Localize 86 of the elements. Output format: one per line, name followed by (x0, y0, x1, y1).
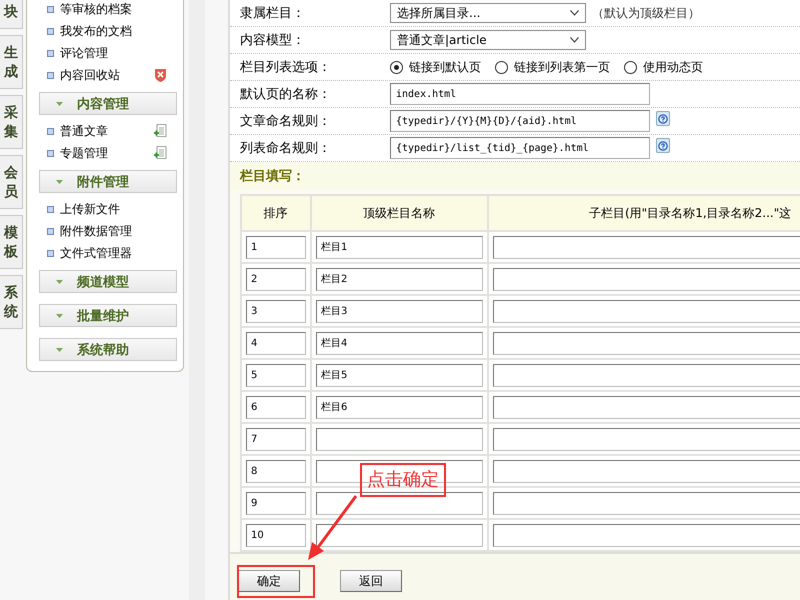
column-header: 子栏目(用"目录名称1,目录名称2..."这 (488, 195, 800, 231)
order-field[interactable]: 10 (246, 524, 306, 546)
order-field[interactable]: 1 (246, 236, 306, 258)
text-field[interactable]: index.html (390, 83, 650, 105)
name-field[interactable] (316, 428, 483, 450)
menu-item[interactable]: 上传新文件 (60, 200, 167, 218)
name-field[interactable]: 栏目4 (316, 332, 483, 354)
text-field[interactable]: {typedir}/list_{tid}_{page}.html (390, 137, 650, 159)
bullet-icon (47, 150, 54, 156)
confirm-button[interactable]: 确定 (238, 570, 300, 592)
side-tab[interactable]: 会员 (0, 155, 23, 209)
text-field[interactable]: {typedir}/{Y}{M}{D}/{aid}.html (390, 110, 650, 132)
add-document-icon[interactable] (154, 146, 167, 160)
bullet-icon (47, 28, 54, 34)
menu-item[interactable]: 我发布的文档 (60, 22, 167, 40)
radio-option[interactable]: 链接到默认页 (390, 58, 481, 76)
caret-icon (56, 102, 63, 106)
name-field[interactable]: 栏目5 (316, 364, 483, 386)
bullet-icon (47, 128, 54, 134)
menu-item[interactable]: 专题管理 (60, 144, 148, 162)
column-header: 顶级栏目名称 (311, 195, 488, 231)
bullet-icon (47, 6, 54, 12)
order-field[interactable]: 8 (246, 460, 306, 482)
name-field[interactable] (316, 524, 483, 546)
side-tab[interactable]: 块 (0, 0, 23, 29)
chevron-icon (570, 37, 579, 43)
order-field[interactable]: 7 (246, 428, 306, 450)
menu-item[interactable]: 内容回收站 (60, 66, 148, 84)
field-label: 内容模型： (239, 32, 306, 49)
side-tab[interactable]: 模板 (0, 215, 23, 269)
name-field[interactable]: 栏目1 (316, 236, 483, 258)
name-field[interactable] (316, 492, 483, 514)
side-tab[interactable]: 生成 (0, 35, 23, 89)
order-field[interactable]: 3 (246, 300, 306, 322)
caret-icon (56, 348, 63, 352)
radio-option[interactable]: 使用动态页 (624, 58, 703, 76)
bullet-icon (47, 206, 54, 212)
help-icon[interactable] (656, 111, 670, 126)
menu-section-header[interactable]: 系统帮助 (39, 338, 177, 361)
field-label: 默认页的名称： (239, 86, 332, 103)
caret-icon (56, 280, 63, 284)
order-field[interactable]: 4 (246, 332, 306, 354)
menu-item[interactable]: 普通文章 (60, 122, 148, 140)
name-field[interactable]: 栏目6 (316, 396, 483, 418)
menu-section-header[interactable]: 附件管理 (39, 170, 177, 193)
menu-item[interactable]: 等审核的档案 (60, 0, 167, 18)
menu-item[interactable]: 文件式管理器 (60, 244, 167, 262)
radio-option[interactable]: 链接到列表第一页 (495, 58, 610, 76)
side-tab[interactable]: 系统 (0, 275, 23, 329)
section-heading: 栏目填写： (230, 162, 800, 190)
chevron-icon (570, 10, 579, 16)
dropdown-field[interactable]: 选择所属目录... (390, 3, 586, 23)
delete-icon[interactable] (154, 68, 167, 82)
order-field[interactable]: 5 (246, 364, 306, 386)
column-header: 排序 (241, 195, 311, 231)
caret-icon (56, 180, 63, 184)
menu-item[interactable]: 评论管理 (60, 44, 167, 62)
order-field[interactable]: 6 (246, 396, 306, 418)
dropdown-field[interactable]: 普通文章|article (390, 30, 586, 50)
order-field[interactable]: 2 (246, 268, 306, 290)
field-label: 文章命名规则： (239, 113, 332, 130)
callout-label: 点击确定 (360, 463, 446, 497)
order-field[interactable]: 9 (246, 492, 306, 514)
menu-section-header[interactable]: 频道模型 (39, 270, 177, 293)
radio-icon[interactable] (495, 60, 508, 74)
add-document-icon[interactable] (154, 124, 167, 138)
name-field[interactable]: 栏目2 (316, 268, 483, 290)
bullet-icon (47, 250, 54, 256)
arrow (306, 494, 360, 562)
name-field[interactable]: 栏目3 (316, 300, 483, 322)
radio-icon[interactable] (624, 60, 637, 74)
side-tab[interactable]: 采集 (0, 95, 23, 149)
field-label: 栏目列表选项： (239, 59, 332, 76)
caret-icon (56, 314, 63, 318)
field-label: 列表命名规则： (239, 140, 332, 157)
field-label: 隶属栏目： (239, 5, 306, 22)
bullet-icon (47, 72, 54, 78)
bullet-icon (47, 50, 54, 56)
hint-text: （默认为顶级栏目） (592, 4, 700, 22)
bullet-icon (47, 228, 54, 234)
radio-icon[interactable] (390, 60, 403, 74)
back-button[interactable]: 返回 (340, 570, 402, 592)
menu-item[interactable]: 附件数据管理 (60, 222, 167, 240)
menu-section-header[interactable]: 内容管理 (39, 92, 177, 115)
help-icon[interactable] (656, 138, 670, 153)
menu-section-header[interactable]: 批量维护 (39, 304, 177, 327)
